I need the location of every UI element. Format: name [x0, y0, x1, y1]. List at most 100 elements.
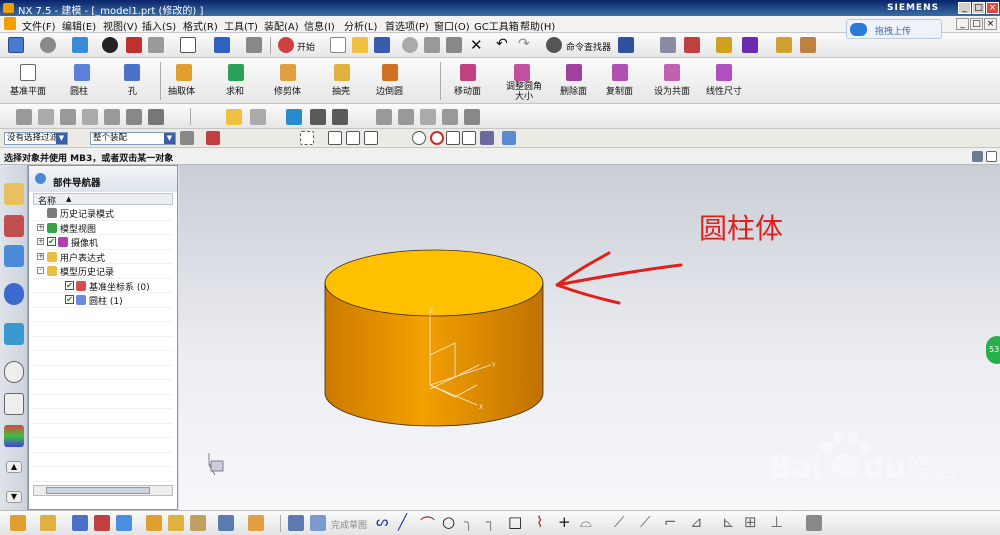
move-face-icon[interactable] [460, 64, 476, 81]
assembly-icon-8[interactable] [190, 515, 206, 531]
menu-view[interactable]: 视图(V) [103, 18, 138, 33]
delete-face-icon[interactable] [566, 64, 582, 81]
navigator-row[interactable]: ✔ 基准坐标系 (0) [33, 279, 173, 293]
synchronous-icon-2[interactable] [332, 109, 348, 125]
menu-format[interactable]: 格式(R) [183, 18, 218, 33]
menu-tools[interactable]: 工具(T) [224, 18, 258, 33]
assembly-icon-2[interactable] [40, 515, 56, 531]
menu-file[interactable]: 文件(F) [22, 18, 56, 33]
copy-icon[interactable] [424, 37, 440, 53]
scroll-down-icon[interactable]: ▼ [6, 491, 22, 503]
assembly-icon-6[interactable] [146, 515, 162, 531]
redo-icon[interactable]: ↷ [518, 36, 530, 52]
body-select-icon[interactable] [502, 131, 516, 145]
copy-face-button[interactable]: 复制面 [606, 84, 633, 97]
expand-icon[interactable]: + [37, 223, 44, 231]
scroll-thumb[interactable] [46, 487, 150, 494]
minimize-button[interactable]: _ [958, 2, 971, 14]
section-view-icon[interactable] [126, 37, 142, 53]
horizontal-scrollbar[interactable] [33, 485, 173, 496]
sketch-tool-icon-4[interactable] [82, 109, 98, 125]
trim-body-button[interactable]: 修剪体 [274, 84, 301, 97]
save-icon[interactable] [374, 37, 390, 53]
endpoint-snap-icon[interactable] [328, 131, 342, 145]
line-snap-icon[interactable] [462, 131, 476, 145]
expand-icon[interactable]: + [37, 238, 44, 245]
fit-view-icon[interactable] [214, 37, 230, 53]
menu-gc-toolbox[interactable]: GC工具箱 [474, 18, 519, 33]
navigator-row[interactable]: ✔ 圆柱 (1) [33, 293, 173, 308]
upload-button[interactable]: 拖拽上传 [846, 19, 942, 39]
arc-icon[interactable]: ⌒ [420, 513, 435, 534]
part-navigator-tab-icon[interactable] [4, 245, 24, 267]
auto-constrain-icon[interactable]: ⊞ [744, 513, 757, 531]
panel-icon[interactable] [972, 151, 983, 162]
extract-body-icon[interactable] [176, 64, 192, 81]
synchronous-icon-1[interactable] [310, 109, 326, 125]
sketch-tool-icon-2[interactable] [38, 109, 54, 125]
datum-plane-icon[interactable] [20, 64, 36, 81]
intersection-snap-icon[interactable] [446, 131, 460, 145]
navigator-row[interactable]: + 模型视图 [33, 221, 173, 235]
menu-information[interactable]: 信息(I) [304, 18, 335, 33]
command-finder-icon[interactable] [546, 37, 562, 53]
dimension-icon[interactable]: ⊾ [722, 513, 735, 531]
synchronous-icon-6[interactable] [442, 109, 458, 125]
show-hide-icon[interactable] [742, 37, 758, 53]
quick-trim-icon[interactable]: ⟋ [614, 513, 625, 531]
paste-icon[interactable] [446, 37, 462, 53]
rectangle-icon[interactable]: □ [508, 513, 522, 531]
datum-plane-button[interactable]: 基准平面 [10, 84, 46, 97]
visibility-checkbox[interactable]: ✔ [47, 237, 56, 246]
start-menu-button[interactable]: 开始 [297, 40, 315, 53]
filter-settings-icon[interactable] [180, 131, 194, 145]
shaded-icon[interactable] [102, 37, 118, 53]
assembly-icon-1[interactable] [10, 515, 26, 531]
synchronous-icon-3[interactable] [376, 109, 392, 125]
resize-blend-icon[interactable] [514, 64, 530, 81]
selection-scope-select[interactable]: 整个装配 ▼ [90, 132, 176, 145]
measure-icon[interactable] [716, 37, 732, 53]
snap-point-icon[interactable] [206, 131, 220, 145]
assembly-icon-9[interactable] [218, 515, 234, 531]
circle-icon[interactable]: ○ [442, 513, 455, 531]
control-point-snap-icon[interactable] [364, 131, 378, 145]
rectangle-select-icon[interactable] [300, 131, 314, 145]
menu-insert[interactable]: 插入(S) [142, 18, 176, 33]
cylinder-tool-icon[interactable] [74, 64, 90, 81]
offset-curve-icon[interactable]: ⌓ [580, 513, 592, 531]
sketch-tool-icon-6[interactable] [126, 109, 142, 125]
pmi-note-icon[interactable] [250, 109, 266, 125]
constraint-navigator-tab-icon[interactable] [4, 215, 24, 237]
graphics-window[interactable]: Z Y X 圆柱体 Bai du 经验 jingyan.baidu.com [179, 165, 1000, 510]
point-on-face-icon[interactable] [480, 131, 494, 145]
mirror-icon[interactable] [286, 109, 302, 125]
navigator-row[interactable]: 历史记录模式 [33, 206, 173, 221]
web-browser-tab-icon[interactable] [4, 323, 24, 345]
history-tab-icon[interactable] [4, 361, 24, 383]
expand-icon[interactable]: + [37, 252, 44, 260]
sketch-icon[interactable] [288, 515, 304, 531]
cut-icon[interactable] [402, 37, 418, 53]
start-icon[interactable] [278, 37, 294, 53]
hole-icon[interactable] [124, 64, 140, 81]
synchronous-icon-4[interactable] [398, 109, 414, 125]
system-materials-tab-icon[interactable] [4, 393, 24, 415]
delete-face-button[interactable]: 删除面 [560, 84, 587, 97]
replace-view-icon[interactable] [246, 37, 262, 53]
assembly-icon-5[interactable] [116, 515, 132, 531]
open-file-icon[interactable] [352, 37, 368, 53]
unite-icon[interactable] [228, 64, 244, 81]
palette-tab-icon[interactable] [4, 425, 24, 447]
assembly-icon-3[interactable] [72, 515, 88, 531]
sketch-tool-icon-1[interactable] [16, 109, 32, 125]
make-corner-icon[interactable]: ⌐ [664, 513, 677, 531]
quadrant-snap-icon[interactable] [430, 131, 444, 145]
linear-dimension-icon[interactable] [716, 64, 732, 81]
constraint-icon[interactable]: ⊿ [690, 513, 703, 531]
menu-preferences[interactable]: 首选项(P) [385, 18, 429, 33]
background-icon[interactable] [180, 37, 196, 53]
show-constraints-icon[interactable]: ⊥ [770, 513, 783, 531]
copy-face-icon[interactable] [612, 64, 628, 81]
side-bubble[interactable]: 53 [986, 336, 1000, 364]
